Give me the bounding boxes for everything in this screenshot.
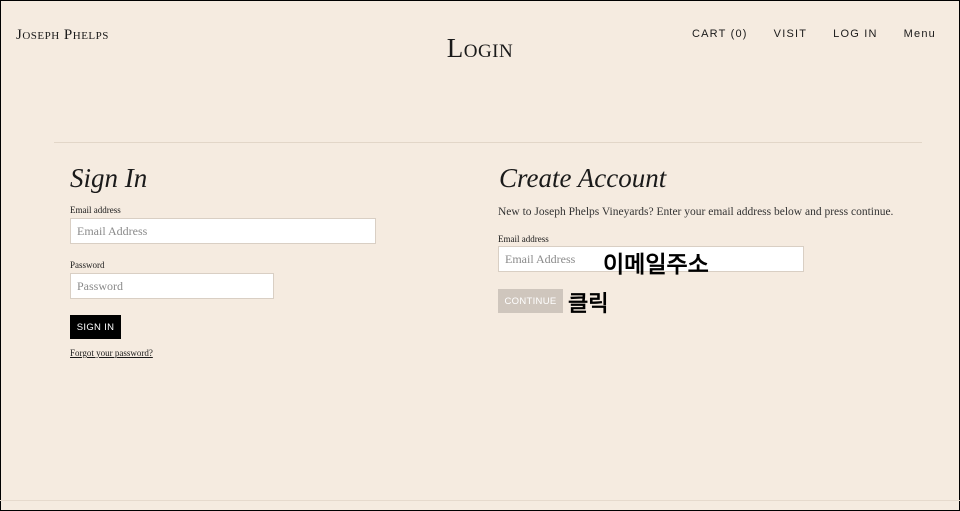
create-email-label: Email address (498, 234, 549, 244)
password-label: Password (70, 260, 105, 270)
annotation-click: 클릭 (568, 292, 609, 317)
create-account-title: Create Account (499, 163, 667, 193)
sign-in-title: Sign In (70, 163, 148, 193)
window-frame (0, 0, 960, 511)
sign-in-email-input[interactable] (70, 218, 376, 244)
header-divider (54, 142, 922, 143)
sign-in-button[interactable]: SIGN IN (70, 315, 121, 339)
footer-divider (0, 500, 960, 501)
top-nav: CART (0) VISIT LOG IN Menu (692, 28, 936, 40)
nav-log-in[interactable]: LOG IN (833, 28, 878, 40)
annotation-email: 이메일주소 (603, 252, 709, 278)
nav-visit[interactable]: VISIT (774, 28, 808, 40)
continue-button[interactable]: CONTINUE (498, 289, 563, 313)
sign-in-email-label: Email address (70, 205, 121, 215)
create-account-intro: New to Joseph Phelps Vineyards? Enter yo… (498, 206, 894, 218)
nav-menu[interactable]: Menu (904, 28, 936, 40)
nav-cart[interactable]: CART (0) (692, 28, 748, 40)
password-input[interactable] (70, 273, 274, 299)
forgot-password-link[interactable]: Forgot your password? (70, 348, 153, 358)
